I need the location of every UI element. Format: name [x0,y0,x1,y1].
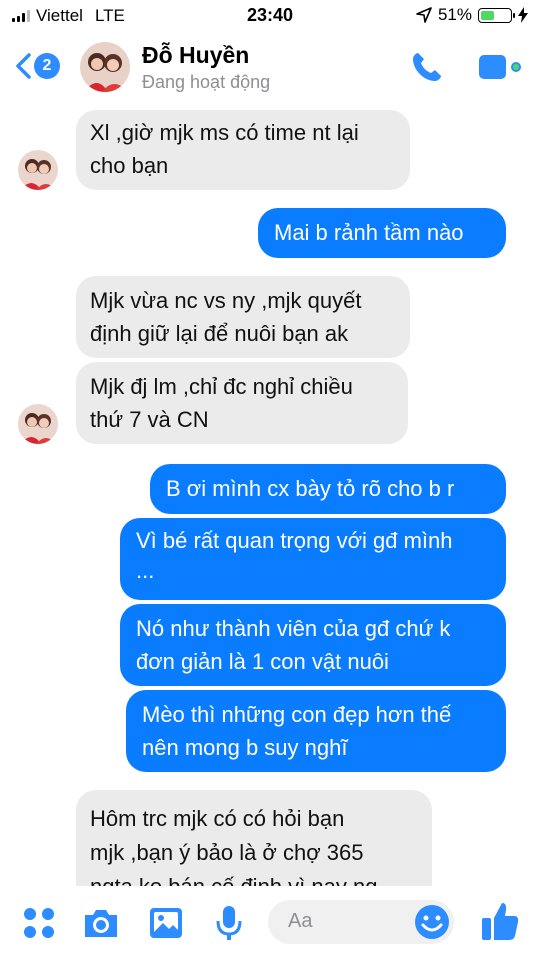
unread-count-badge: 2 [34,53,60,79]
thumbs-up-icon[interactable] [480,900,520,942]
charging-bolt-icon [518,7,528,23]
message-composer: Aa [0,886,540,960]
message-line: Mjk đj lm ,chỉ đc nghỉ chiều [90,374,353,399]
status-bar: Viettel LTE 23:40 51% [0,0,540,32]
sender-avatar[interactable] [18,404,58,444]
outgoing-message[interactable]: Mèo thì những con đẹp hơn thế nên mong b… [126,690,506,772]
message-line: Hôm trc mjk có có hỏi bạn [90,806,345,831]
phone-call-icon[interactable] [410,50,444,84]
conversation-header: 2 Đỗ Huyền Đang hoạt động [0,32,540,104]
incoming-message[interactable]: Xl ,giờ mjk ms có time nt lại cho bạn [76,110,410,190]
contact-status: Đang hoạt động [142,72,271,92]
message-line: nên mong b suy nghĩ [142,735,348,760]
message-line: Xl ,giờ mjk ms có time nt lại [90,120,359,145]
message-line: B ơi mình cx bày tỏ rõ cho b r [166,476,455,501]
incoming-message[interactable]: Mjk đj lm ,chỉ đc nghỉ chiều thứ 7 và CN [76,362,408,444]
outgoing-message[interactable]: Mai b rảnh tầm nào [258,208,506,258]
microphone-icon[interactable] [214,904,244,942]
battery-percent: 51% [437,5,472,24]
message-line: thứ 7 và CN [90,407,209,432]
back-button[interactable]: 2 [14,52,60,80]
chevron-left-icon [16,53,31,79]
location-arrow-icon [416,7,432,23]
apps-icon[interactable] [22,906,56,940]
sender-avatar[interactable] [18,150,58,190]
message-line: Mèo thì những con đẹp hơn thế [142,702,452,727]
outgoing-message[interactable]: Nó như thành viên của gđ chứ k đơn giản … [120,604,506,686]
message-line: ... [136,558,155,583]
message-line: Vì bé rất quan trọng với gđ mình [136,528,453,553]
contact-avatar[interactable] [80,42,130,92]
message-line: cho bạn [90,153,169,178]
message-line: định giữ lại để nuôi bạn ak [90,321,349,346]
message-line: Mjk vừa nc vs ny ,mjk quyết [90,288,362,313]
emoji-icon[interactable] [414,904,450,940]
message-line: Nó như thành viên của gđ chứ k [136,616,451,641]
incoming-message[interactable]: Mjk vừa nc vs ny ,mjk quyết định giữ lại… [76,276,410,358]
outgoing-message[interactable]: B ơi mình cx bày tỏ rõ cho b r [150,464,506,514]
video-call-icon[interactable] [478,52,522,82]
battery-icon [478,7,515,23]
message-line: Mai b rảnh tầm nào [274,220,464,245]
message-line: đơn giản là 1 con vật nuôi [136,649,389,674]
message-line: mjk ,bạn ý bảo là ở chợ 365 [90,840,364,865]
message-input-placeholder: Aa [288,910,313,932]
camera-icon[interactable] [82,906,120,940]
outgoing-message[interactable]: Vì bé rất quan trọng với gđ mình ... [120,518,506,600]
contact-name[interactable]: Đỗ Huyền [142,42,249,69]
photo-icon[interactable] [148,906,184,940]
